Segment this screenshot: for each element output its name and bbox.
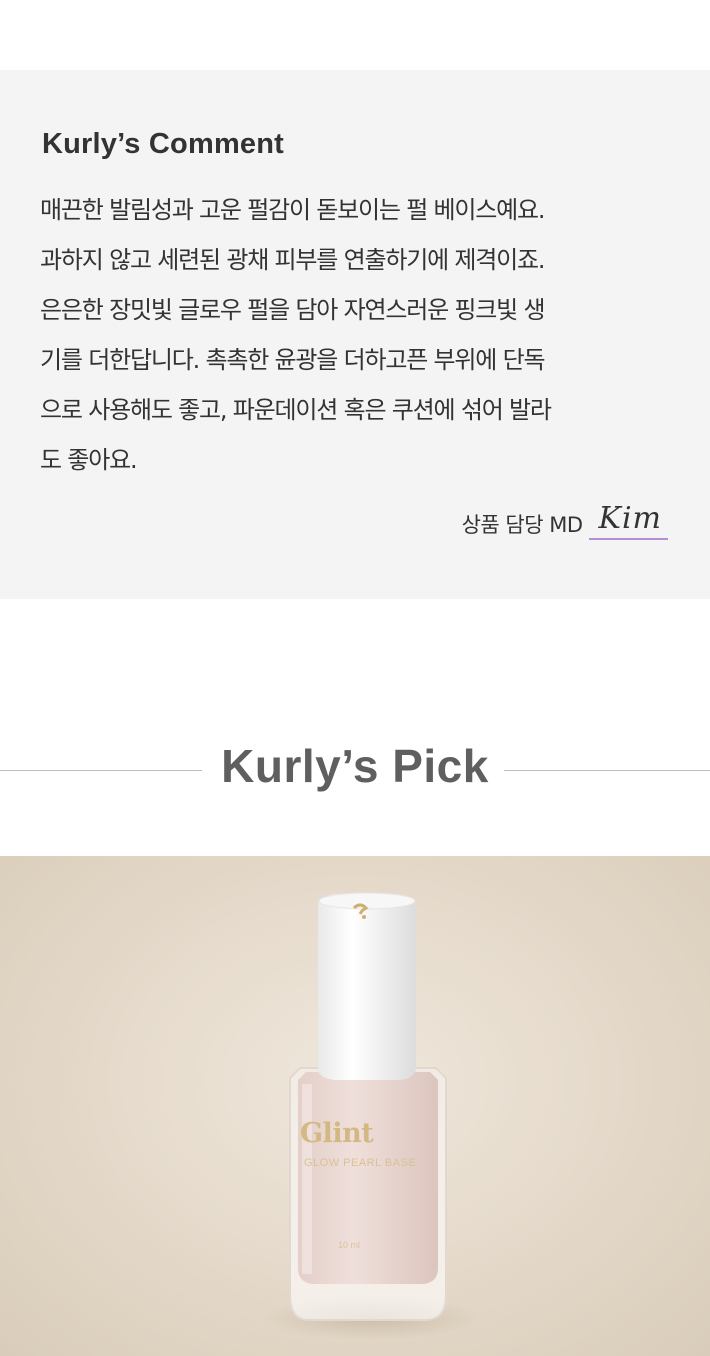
bottle-cap — [318, 894, 416, 1080]
comment-line: 으로 사용해도 좋고, 파운데이션 혹은 쿠션에 섞어 발라 — [40, 396, 552, 424]
bottle-volume-label: 10 ml — [338, 1240, 361, 1250]
cap-logo-dot — [362, 915, 366, 919]
product-detail-page: Kurly’s Comment 매끈한 발림성과 고운 펄감이 돋보이는 펄 베… — [0, 0, 710, 1356]
comment-line: 기를 더한답니다. 촉촉한 윤광을 더하고픈 부위에 단독 — [40, 346, 546, 374]
bottle-variant-label: GLOW PEARL BASE — [304, 1157, 417, 1169]
product-photo: Glint GLOW PEARL BASE 10 ml — [0, 856, 710, 1356]
comment-line: 매끈한 발림성과 고운 펄감이 돋보이는 펄 베이스예요. — [40, 196, 546, 224]
signature-label: 상품 담당 MD — [461, 513, 583, 537]
divider-right — [504, 770, 710, 771]
nail-bottle-illustration — [262, 892, 482, 1340]
comment-line: 도 좋아요. — [40, 446, 138, 474]
comment-line: 은은한 장밋빛 글로우 펄을 담아 자연스러운 핑크빛 생 — [40, 296, 546, 324]
comment-title: Kurly’s Comment — [42, 128, 285, 160]
bottle-brand-label: Glint — [300, 1118, 374, 1149]
signature-name: Kim — [588, 500, 668, 540]
pick-title: Kurly’s Pick — [221, 740, 489, 792]
kurlys-pick-header: Kurly’s Pick — [0, 735, 710, 805]
bottle-liquid — [298, 1072, 438, 1284]
md-signature: 상품 담당 MD Kim — [462, 500, 668, 540]
cap-top — [318, 892, 416, 910]
comment-line: 과하지 않고 세련된 광채 피부를 연출하기에 제격이죠. — [40, 246, 546, 274]
comment-body: 매끈한 발림성과 고운 펄감이 돋보이는 펄 베이스예요. 과하지 않고 세련된… — [40, 190, 670, 490]
bottle-side-highlight — [302, 1084, 312, 1274]
